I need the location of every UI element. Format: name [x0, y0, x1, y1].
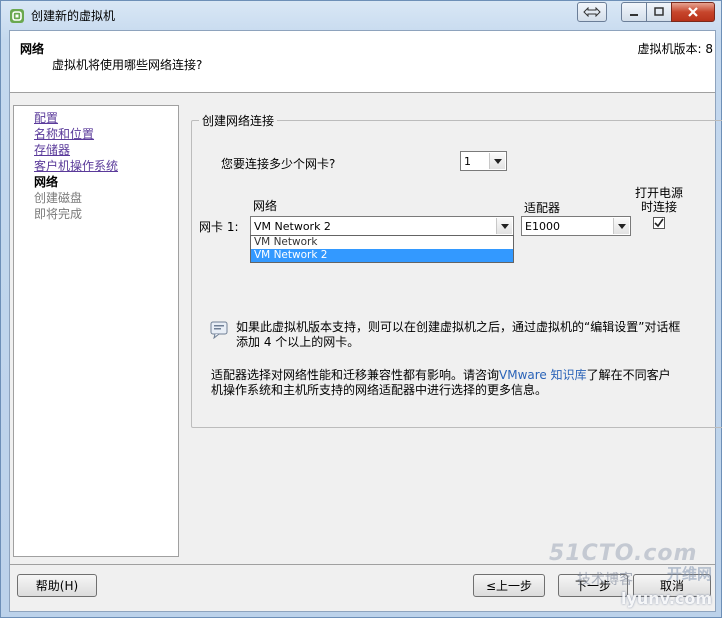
nic-count-value: 1 [464, 155, 471, 168]
minimize-button[interactable] [621, 2, 647, 22]
adapter-column-header: 适配器 [524, 201, 561, 215]
vmware-kb-link[interactable]: VMware 知识库 [499, 368, 587, 382]
create-network-connections-group: 创建网络连接 您要连接多少个网卡? 1 网络 适配器 打开电源 时连接 网卡 1… [191, 112, 722, 428]
swap-window-button[interactable] [577, 2, 607, 22]
adapter-selection-note: 适配器选择对网络性能和迁移兼容性都有影响。请咨询VMware 知识库了解在不同客… [211, 368, 681, 398]
close-icon [688, 7, 698, 17]
vsphere-app-icon [10, 9, 24, 23]
chevron-down-icon [613, 218, 629, 234]
footer-divider [10, 564, 715, 565]
page-title: 网络 [20, 42, 45, 56]
nic1-adapter-value: E1000 [525, 220, 560, 233]
checkmark-icon [654, 218, 664, 228]
wizard-header: 网络 虚拟机将使用哪些网络连接? 虚拟机版本: 8 [10, 31, 715, 93]
nic1-label: 网卡 1: [199, 220, 239, 234]
nav-step-guest-os[interactable]: 客户机操作系统 [34, 158, 178, 174]
double-arrow-icon [583, 7, 601, 17]
chevron-down-icon [496, 218, 512, 234]
close-button[interactable] [671, 2, 715, 22]
maximize-button[interactable] [646, 2, 672, 22]
minimize-icon [630, 14, 638, 16]
nav-step-create-disk: 创建磁盘 [34, 191, 83, 205]
nic1-adapter-select[interactable]: E1000 [521, 216, 631, 236]
nic-count-question: 您要连接多少个网卡? [221, 157, 336, 171]
cancel-button[interactable]: 取消 [633, 574, 711, 597]
network-option-vm-network-2[interactable]: VM Network 2 [251, 249, 513, 262]
network-dropdown-list[interactable]: VM Network VM Network 2 [250, 235, 514, 263]
next-button[interactable]: 下一步 [558, 574, 628, 597]
window-title: 创建新的虚拟机 [31, 9, 116, 23]
maximize-icon [654, 7, 664, 16]
help-button[interactable]: 帮助(H) [17, 574, 97, 597]
info-note-icon [210, 321, 228, 339]
page-subtitle: 虚拟机将使用哪些网络连接? [52, 58, 203, 72]
network-column-header: 网络 [253, 199, 278, 213]
chevron-down-icon [489, 153, 505, 169]
nav-step-name-location[interactable]: 名称和位置 [34, 126, 178, 142]
title-bar[interactable]: 创建新的虚拟机 [1, 1, 721, 29]
adapter-note-text-before: 适配器选择对网络性能和迁移兼容性都有影响。请咨询 [211, 368, 500, 382]
network-config-panel: 创建网络连接 您要连接多少个网卡? 1 网络 适配器 打开电源 时连接 网卡 1… [180, 105, 722, 557]
group-title: 创建网络连接 [199, 112, 278, 129]
nav-step-ready-to-complete: 即将完成 [34, 207, 83, 221]
nic1-network-select[interactable]: VM Network 2 [250, 216, 514, 236]
wizard-window: 创建新的虚拟机 网络 虚拟机将使用哪些网络连接? 虚拟机版本: 8 配置 名称和… [0, 0, 722, 618]
wizard-client-area: 网络 虚拟机将使用哪些网络连接? 虚拟机版本: 8 配置 名称和位置 存储器 客… [9, 30, 722, 612]
wizard-step-list: 配置 名称和位置 存储器 客户机操作系统 网络 创建磁盘 即将完成 [13, 105, 179, 557]
network-option-vm-network[interactable]: VM Network [251, 236, 513, 249]
vm-version-label: 虚拟机版本: 8 [637, 42, 714, 56]
nav-step-network: 网络 [34, 175, 59, 189]
power-on-column-header-line2: 时连接 [641, 200, 678, 214]
nic1-network-value: VM Network 2 [254, 220, 331, 233]
nav-step-config[interactable]: 配置 [34, 110, 178, 126]
nic1-connect-at-power-on-checkbox[interactable] [653, 217, 665, 229]
nic-count-select[interactable]: 1 [460, 151, 507, 171]
nic-limit-info-text: 如果此虚拟机版本支持，则可以在创建虚拟机之后，通过虚拟机的“编辑设置”对话框添加… [236, 320, 681, 349]
nav-step-storage[interactable]: 存储器 [34, 142, 178, 158]
back-button[interactable]: ≤上一步 [473, 574, 545, 597]
